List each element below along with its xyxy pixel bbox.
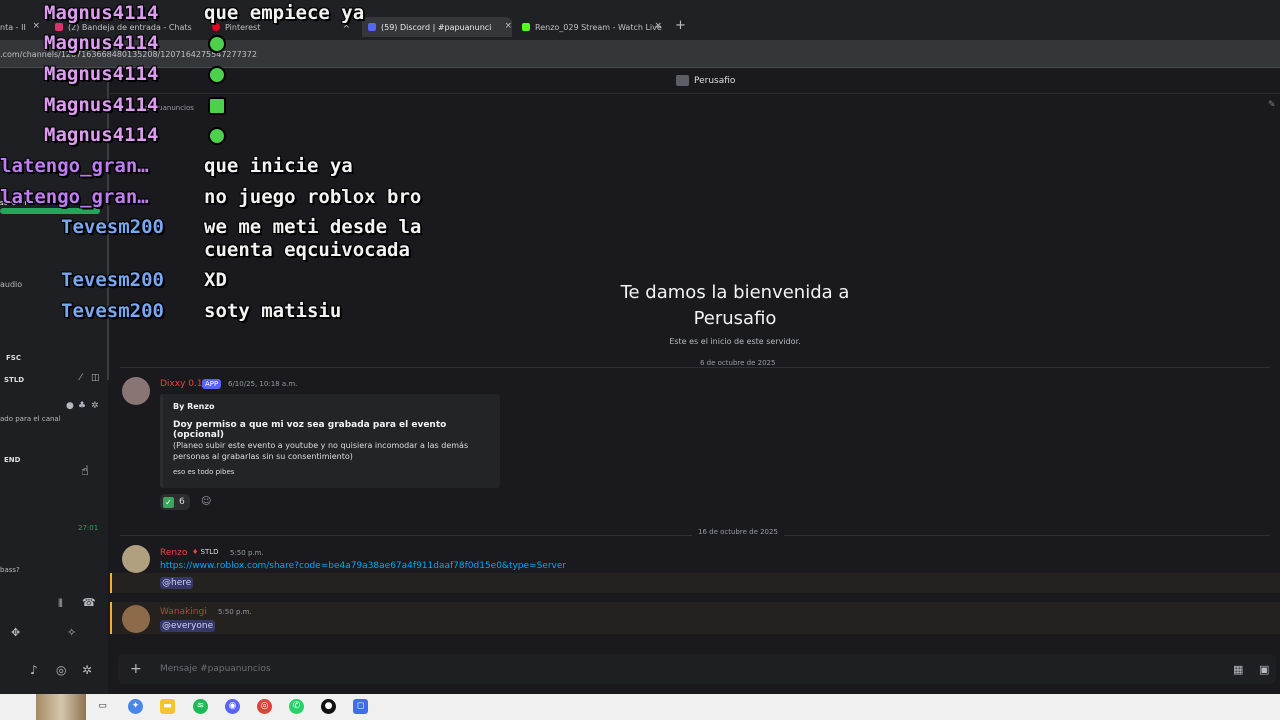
close-tab-icon[interactable]: × bbox=[32, 21, 40, 31]
whatsapp-icon[interactable]: ✆ bbox=[289, 699, 304, 714]
tab-kick[interactable]: Renzo_029 Stream - Watch Live × bbox=[522, 17, 662, 37]
reaction-count: 6 bbox=[179, 497, 185, 507]
file-explorer-icon[interactable]: ▬ bbox=[160, 699, 175, 714]
call-timer: 27:01 bbox=[78, 524, 99, 532]
tab-discord[interactable]: (59) Discord | #papuanunci × bbox=[362, 17, 512, 37]
sidebar-scrollbar[interactable] bbox=[107, 70, 109, 380]
soundboard-icon[interactable]: ✧ bbox=[67, 626, 76, 639]
role-tag-label: STLD bbox=[200, 548, 219, 556]
screen: nta - II × (2) Bandeja de entrada - Chat… bbox=[0, 0, 1280, 720]
browser-tab-bar: nta - II × (2) Bandeja de entrada - Chat… bbox=[0, 0, 1280, 40]
people-icon[interactable]: ♣ bbox=[78, 401, 86, 411]
new-tab-button[interactable]: + bbox=[675, 18, 686, 33]
voice-channel-audio[interactable]: audio bbox=[0, 280, 22, 289]
mention-highlight bbox=[110, 573, 1280, 593]
embed-title: Doy permiso a que mi voz sea grabada par… bbox=[173, 420, 447, 440]
avatar[interactable] bbox=[122, 377, 150, 405]
message-embed: By Renzo Doy permiso a que mi voz sea gr… bbox=[160, 394, 500, 488]
os-taskbar bbox=[0, 694, 1280, 720]
app-badge: APP bbox=[202, 379, 222, 389]
server-icon bbox=[676, 75, 689, 86]
embed-description: (Planeo subir este evento a youtube y no… bbox=[173, 441, 469, 461]
gift-icon[interactable]: ▦ bbox=[1233, 663, 1243, 676]
server-title: Perusafio bbox=[676, 75, 735, 86]
add-reaction-icon[interactable]: ☺ bbox=[201, 496, 211, 507]
chat-bubble-icon[interactable]: ● bbox=[66, 401, 74, 411]
welcome-title: Te damos la bienvenida a Perusafio bbox=[620, 282, 850, 329]
user-settings-gear-icon[interactable]: ✲ bbox=[82, 663, 92, 677]
check-icon: ✓ bbox=[163, 496, 174, 508]
tab-partial[interactable]: nta - II × bbox=[0, 17, 40, 37]
discord-taskbar-icon[interactable]: ◉ bbox=[225, 699, 240, 714]
voice-user-stld[interactable]: STLD bbox=[4, 376, 24, 384]
headphones-icon[interactable]: ◎ bbox=[56, 663, 66, 677]
message-author[interactable]: Renzo bbox=[160, 548, 187, 558]
settings-gear-icon[interactable]: ✲ bbox=[91, 401, 99, 411]
obs-icon[interactable]: ● bbox=[321, 699, 336, 714]
chrome-icon[interactable]: ◎ bbox=[257, 699, 272, 714]
microphone-icon[interactable]: ♪ bbox=[30, 663, 38, 677]
fire-icon: ♦ bbox=[192, 548, 199, 556]
close-tab-icon[interactable]: × bbox=[504, 21, 512, 31]
listen-label: scuchar bbox=[0, 199, 28, 207]
avatar[interactable] bbox=[122, 545, 150, 573]
kick-icon bbox=[522, 23, 530, 31]
deafen-icon: ◫ bbox=[91, 373, 100, 383]
welcome-subtitle: Este es el inicio de este servidor. bbox=[669, 337, 801, 346]
date-divider bbox=[120, 367, 1270, 368]
mouse-cursor-icon: ☝ bbox=[81, 464, 89, 479]
message-author[interactable]: Wanakingi bbox=[160, 607, 207, 617]
tab-pinterest[interactable]: Pinterest bbox=[212, 17, 352, 37]
wallpaper-thumbnail bbox=[36, 694, 86, 720]
avatar[interactable] bbox=[122, 605, 150, 633]
sidebar-label-bass: bass? bbox=[0, 566, 20, 574]
close-tab-icon[interactable]: × bbox=[654, 21, 662, 31]
voice-user-end[interactable]: END bbox=[4, 456, 20, 464]
tab-label: (59) Discord | #papuanunci bbox=[381, 22, 492, 32]
tab-label: Pinterest bbox=[225, 22, 261, 32]
server-name: Perusafio bbox=[694, 75, 736, 86]
message-link[interactable]: https://www.roblox.com/share?code=be4a79… bbox=[160, 561, 566, 571]
attach-plus-icon[interactable]: + bbox=[130, 661, 142, 677]
activity-controller-icon[interactable]: ✥ bbox=[11, 626, 20, 639]
copilot-icon[interactable]: ✦ bbox=[128, 699, 143, 714]
mention-here[interactable]: @here bbox=[160, 577, 194, 589]
task-view-icon[interactable]: ▭ bbox=[95, 699, 110, 714]
channel-name-partial: papuanuncios bbox=[145, 104, 194, 112]
composer-placeholder[interactable]: Mensaje #papuanuncios bbox=[160, 664, 271, 674]
role-tag: ♦ STLD bbox=[192, 548, 219, 556]
message-timestamp: 5:50 p.m. bbox=[230, 549, 264, 557]
spotify-icon[interactable]: ≋ bbox=[193, 699, 208, 714]
url-text: .com/channels/1207163668480135208/120716… bbox=[0, 50, 257, 59]
tab-label: nta - II bbox=[0, 22, 26, 32]
listen-indicator bbox=[0, 208, 100, 214]
reaction-check[interactable]: ✓ 6 bbox=[160, 494, 190, 510]
message-author[interactable]: Dixxy 0.1 bbox=[160, 379, 203, 389]
embed-author: By Renzo bbox=[173, 402, 215, 411]
address-bar[interactable]: .com/channels/1207163668480135208/120716… bbox=[0, 40, 1280, 68]
app-square-icon[interactable]: ◻ bbox=[353, 699, 368, 714]
channel-note: ado para el canal bbox=[0, 415, 61, 423]
mute-icon: ⁄ bbox=[80, 373, 82, 383]
date-divider-label: 6 de octubre de 2025 bbox=[694, 359, 782, 367]
soundwave-icon[interactable]: ⦀ bbox=[58, 597, 63, 611]
message-timestamp: 6/10/25, 10:18 a.m. bbox=[228, 380, 298, 388]
message-composer[interactable] bbox=[118, 654, 1276, 684]
discord-icon bbox=[368, 23, 376, 31]
tab-label: (2) Bandeja de entrada - Chats bbox=[68, 22, 192, 32]
mention-everyone[interactable]: @everyone bbox=[160, 620, 216, 632]
embed-footer: eso es todo pibes bbox=[173, 468, 235, 476]
mention-highlight bbox=[110, 602, 1280, 634]
message-timestamp: 5:50 p.m. bbox=[218, 608, 252, 616]
instagram-icon bbox=[55, 23, 63, 31]
pinterest-icon bbox=[212, 23, 220, 31]
pin-icon[interactable]: ✎ bbox=[1268, 100, 1276, 110]
date-divider-label: 16 de octubre de 2025 bbox=[692, 528, 784, 536]
gif-icon[interactable]: ▣ bbox=[1259, 663, 1269, 676]
tab-label: Renzo_029 Stream - Watch Live bbox=[535, 22, 662, 32]
disconnect-icon[interactable]: ☎ bbox=[82, 596, 96, 609]
voice-user-fsc[interactable]: FSC bbox=[6, 354, 21, 362]
